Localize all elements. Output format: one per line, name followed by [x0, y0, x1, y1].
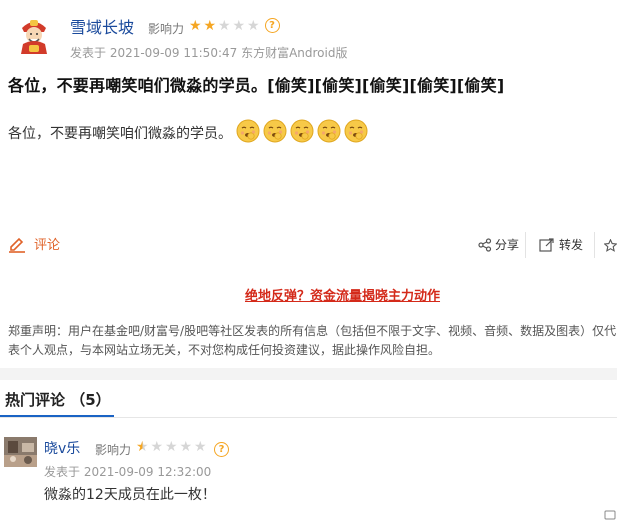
smirk-emoji — [236, 119, 260, 147]
influence-label: 影响力 — [148, 22, 185, 36]
divider — [0, 417, 617, 418]
author-influence-stars: ★ ★ ★ ★ ★ ? — [188, 18, 280, 34]
commenter-name[interactable]: 晓v乐 — [44, 438, 80, 458]
favorite-button[interactable] — [603, 237, 617, 256]
star-outline-icon — [603, 238, 617, 252]
help-icon[interactable]: ? — [214, 442, 229, 457]
repost-label: 转发 — [559, 238, 584, 252]
share-button[interactable]: 分享 — [478, 236, 519, 253]
smirk-emoji — [344, 119, 368, 147]
comment-meta: 发表于 2021-09-09 12:32:00 — [44, 465, 212, 479]
smirk-emoji — [290, 119, 314, 147]
comment-text: 微淼的12天成员在此一枚！ — [44, 487, 216, 503]
commenter-avatar[interactable] — [4, 437, 37, 467]
divider — [594, 232, 595, 258]
pencil-icon — [9, 237, 25, 253]
author-name[interactable]: 雪域长坡 — [70, 14, 134, 38]
comment-button[interactable]: 评论 — [8, 234, 60, 253]
share-icon — [478, 237, 492, 252]
disclaimer: 郑重声明：用户在基金吧/财富号/股吧等社区发表的所有信息（包括但不限于文字、视频… — [8, 324, 617, 357]
emoji-row — [236, 119, 368, 147]
post-body: 各位，不要再嘲笑咱们微淼的学员。 — [8, 119, 368, 147]
help-icon[interactable]: ? — [264, 18, 280, 33]
smirk-emoji — [263, 119, 287, 147]
star-icon: ★ — [193, 439, 207, 455]
post-meta: 发表于 2021-09-09 11:50:47 东方财富Android版 — [70, 46, 348, 60]
influence-label: 影响力 — [95, 443, 132, 457]
smirk-emoji — [317, 119, 341, 147]
star-icon: ★ — [164, 439, 178, 455]
repost-button[interactable]: 转发 — [539, 236, 583, 253]
commenter-influence-stars: ★ ★ ★ ★ ★ — [135, 439, 208, 455]
divider — [525, 232, 526, 258]
promo-link[interactable]: 绝地反弹？资金流量揭晓主力动作 — [245, 285, 440, 304]
post-title: 各位，不要再嘲笑咱们微淼的学员。[偷笑][偷笑][偷笑][偷笑][偷笑] — [8, 76, 505, 95]
post-body-text: 各位，不要再嘲笑咱们微淼的学员。 — [8, 126, 232, 142]
comment-label: 评论 — [34, 238, 61, 253]
star-icon: ★ — [232, 18, 246, 34]
share-label: 分享 — [495, 238, 520, 252]
star-icon: ★ — [217, 18, 231, 34]
star-icon: ★ — [150, 439, 164, 455]
section-separator — [0, 368, 617, 380]
reply-icon[interactable] — [604, 505, 616, 520]
star-icon: ★ — [179, 439, 193, 455]
star-icon: ★ — [188, 18, 202, 34]
repost-icon — [539, 237, 554, 252]
author-avatar[interactable] — [13, 14, 55, 56]
star-icon: ★ — [246, 18, 260, 34]
star-icon: ★ — [203, 18, 217, 34]
hot-comments-title[interactable]: 热门评论 （5） — [5, 389, 111, 410]
star-icon: ★ — [135, 439, 149, 455]
